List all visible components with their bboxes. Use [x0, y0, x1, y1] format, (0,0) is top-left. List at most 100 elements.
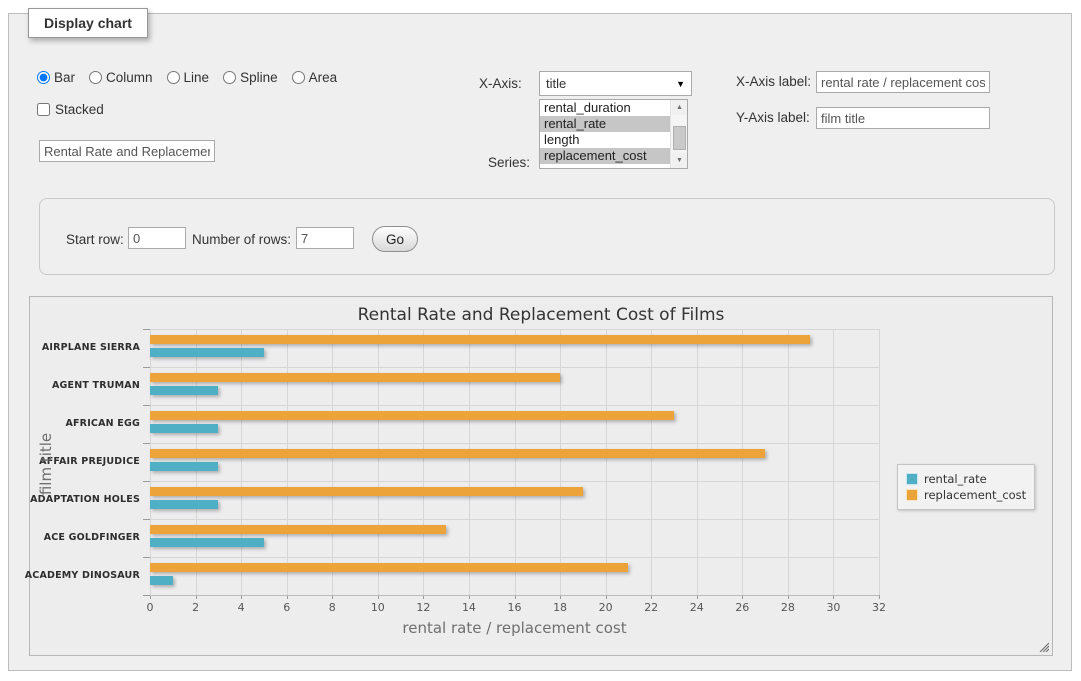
x-axis-tick: [879, 595, 880, 599]
radio-line[interactable]: [167, 71, 180, 84]
start-row-label: Start row:: [66, 232, 124, 247]
x-tick-label: 18: [553, 601, 567, 614]
y-axis-label-input[interactable]: [816, 107, 990, 129]
bar-replacement_cost[interactable]: [150, 563, 628, 572]
series-option[interactable]: rental_duration: [540, 100, 671, 116]
x-tick-label: 26: [735, 601, 749, 614]
gridline: [560, 329, 561, 595]
x-tick-label: 6: [283, 601, 290, 614]
stacked-checkbox-row: Stacked: [37, 102, 104, 117]
resize-handle-icon[interactable]: [1038, 641, 1049, 652]
bar-rental_rate[interactable]: [150, 576, 173, 585]
legend-swatch: [906, 489, 918, 501]
gridline: [469, 329, 470, 595]
display-chart-panel: Display chart Bar Column Line Spline Are…: [8, 13, 1072, 671]
bar-rental_rate[interactable]: [150, 462, 218, 471]
x-tick-label: 12: [416, 601, 430, 614]
radio-area[interactable]: [292, 71, 305, 84]
radio-spline-label[interactable]: Spline: [240, 70, 278, 85]
x-tick-label: 0: [147, 601, 154, 614]
chart-title: Rental Rate and Replacement Cost of Film…: [30, 305, 1052, 325]
radio-bar-label[interactable]: Bar: [54, 70, 75, 85]
x-axis-line: [150, 595, 879, 596]
gridline: [332, 329, 333, 595]
bar-replacement_cost[interactable]: [150, 487, 583, 496]
gridline: [241, 329, 242, 595]
gridline: [150, 443, 879, 444]
x-tick-label: 14: [462, 601, 476, 614]
listbox-scrollbar[interactable]: ▲ ▼: [670, 100, 687, 168]
legend-item-replacement_cost[interactable]: replacement_cost: [906, 488, 1026, 502]
category-label: ACE GOLDFINGER: [44, 532, 140, 543]
x-axis-label-input[interactable]: [816, 71, 990, 93]
radio-spline[interactable]: [223, 71, 236, 84]
bar-rental_rate[interactable]: [150, 538, 264, 547]
x-axis-select-label: X-Axis:: [479, 76, 522, 91]
chart-legend: rental_rate replacement_cost: [897, 464, 1035, 510]
y-axis-tick: [143, 557, 150, 558]
y-axis-tick: [143, 329, 150, 330]
scroll-up-icon[interactable]: ▲: [672, 100, 687, 115]
x-tick-label: 10: [371, 601, 385, 614]
start-row-input[interactable]: [128, 227, 186, 249]
radio-bar[interactable]: [37, 71, 50, 84]
bar-replacement_cost[interactable]: [150, 411, 674, 420]
stacked-checkbox[interactable]: [37, 103, 50, 116]
bar-replacement_cost[interactable]: [150, 525, 446, 534]
x-tick-label: 32: [872, 601, 886, 614]
bar-replacement_cost[interactable]: [150, 373, 560, 382]
gridline: [150, 329, 879, 330]
category-label: AIRPLANE SIERRA: [42, 342, 140, 353]
legend-label: replacement_cost: [924, 488, 1026, 502]
series-option[interactable]: rental_rate: [540, 116, 671, 132]
gridline: [150, 481, 879, 482]
gridline: [742, 329, 743, 595]
radio-line-label[interactable]: Line: [184, 70, 210, 85]
gridline: [879, 329, 880, 595]
number-of-rows-label: Number of rows:: [192, 232, 291, 247]
bar-replacement_cost[interactable]: [150, 449, 765, 458]
x-tick-label: 20: [599, 601, 613, 614]
gridline: [606, 329, 607, 595]
x-axis-title: rental rate / replacement cost: [150, 619, 879, 637]
radio-area-label[interactable]: Area: [309, 70, 338, 85]
plot-area: 02468101214161820222426283032AIRPLANE SI…: [150, 329, 879, 595]
series-option[interactable]: length: [540, 132, 671, 148]
go-button[interactable]: Go: [372, 226, 418, 252]
gridline: [378, 329, 379, 595]
y-axis-tick: [143, 443, 150, 444]
x-tick-label: 16: [508, 601, 522, 614]
radio-column-label[interactable]: Column: [106, 70, 153, 85]
category-label: AGENT TRUMAN: [52, 380, 140, 391]
x-tick-label: 8: [329, 601, 336, 614]
gridline: [287, 329, 288, 595]
stacked-label[interactable]: Stacked: [55, 102, 104, 117]
x-axis-selected-value: title: [546, 76, 566, 91]
chart-type-radio-group: Bar Column Line Spline Area: [37, 70, 347, 85]
x-tick-label: 22: [644, 601, 658, 614]
scroll-down-icon[interactable]: ▼: [672, 153, 687, 168]
y-axis-label-label: Y-Axis label:: [736, 110, 810, 125]
scrollbar-thumb[interactable]: [673, 126, 686, 150]
bar-rental_rate[interactable]: [150, 348, 264, 357]
chart-container: Rental Rate and Replacement Cost of Film…: [29, 296, 1053, 656]
legend-item-rental_rate[interactable]: rental_rate: [906, 472, 1026, 486]
series-listbox[interactable]: rental_duration rental_rate length repla…: [539, 99, 688, 169]
bar-rental_rate[interactable]: [150, 386, 218, 395]
chart-title-input[interactable]: [39, 140, 215, 162]
x-axis-select[interactable]: title ▼: [539, 71, 692, 96]
bar-replacement_cost[interactable]: [150, 335, 810, 344]
gridline: [788, 329, 789, 595]
chevron-down-icon: ▼: [676, 79, 685, 89]
gridline: [150, 519, 879, 520]
radio-column[interactable]: [89, 71, 102, 84]
panel-title: Display chart: [28, 8, 148, 38]
bar-rental_rate[interactable]: [150, 500, 218, 509]
series-option[interactable]: replacement_cost: [540, 148, 671, 164]
number-of-rows-input[interactable]: [296, 227, 354, 249]
x-tick-label: 24: [690, 601, 704, 614]
x-tick-label: 28: [781, 601, 795, 614]
bar-rental_rate[interactable]: [150, 424, 218, 433]
x-tick-label: 2: [192, 601, 199, 614]
y-axis-tick: [143, 481, 150, 482]
